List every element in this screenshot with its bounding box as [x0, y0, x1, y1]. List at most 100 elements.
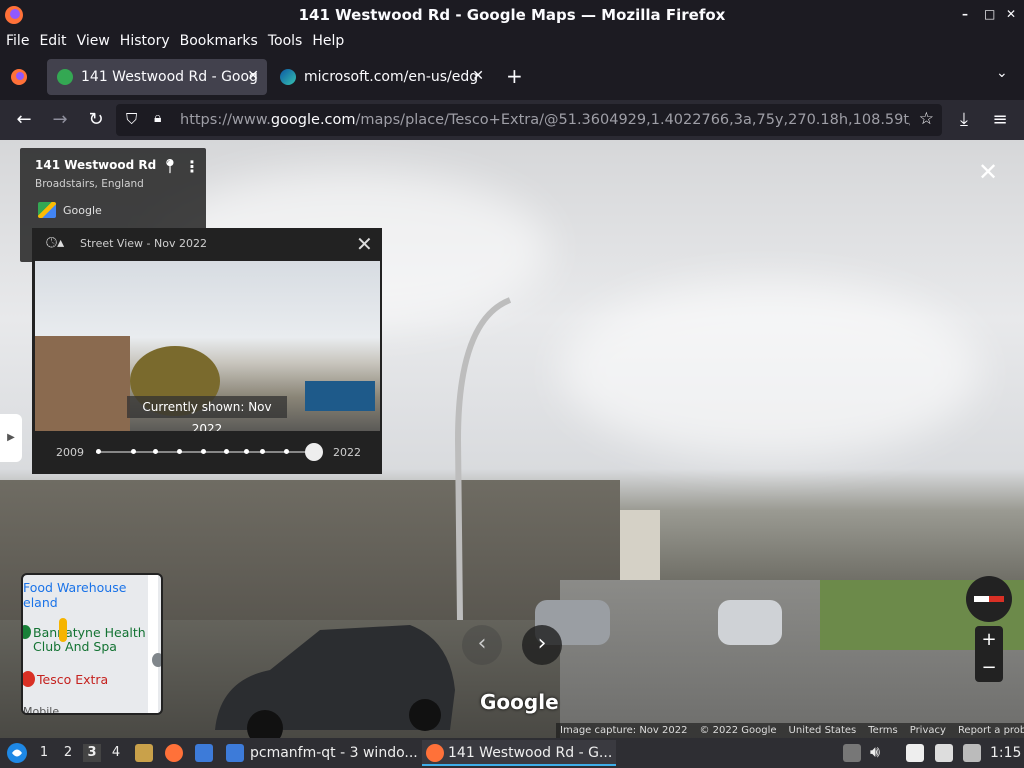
mini-map[interactable]: Food Warehouse eland Bannatyne Health Cl…	[21, 573, 163, 715]
url-bar[interactable]: ⛉ 🔒︎ https://www.google.com/maps/place/T…	[116, 104, 942, 136]
more-options-icon[interactable]: ⋮	[184, 157, 200, 176]
close-street-view-button[interactable]: ✕	[978, 158, 998, 186]
compass-icon[interactable]	[966, 576, 1012, 622]
report-problem-link[interactable]: Report a problem	[958, 725, 1024, 736]
maximize-button[interactable]: □	[984, 7, 995, 21]
folder-icon	[226, 744, 244, 762]
terms-link[interactable]: Terms	[868, 725, 897, 736]
close-tab-icon[interactable]: ✕	[472, 68, 484, 84]
moving-car	[718, 600, 782, 645]
tab-label: microsoft.com/en-us/edg	[304, 69, 479, 85]
tray-app-icon[interactable]	[843, 744, 861, 762]
list-tabs-icon[interactable]: ⌄	[996, 65, 1008, 81]
menu-file[interactable]: File	[6, 33, 29, 49]
parked-car	[215, 625, 455, 738]
clock[interactable]: 1:15	[990, 738, 1021, 768]
workspace-3[interactable]: 3	[83, 744, 101, 762]
menu-help[interactable]: Help	[312, 33, 344, 49]
step-forward-arrow[interactable]: ›	[522, 625, 562, 665]
time-slider-stop[interactable]	[153, 449, 158, 454]
menu-bar: File Edit View History Bookmarks Tools H…	[0, 30, 1024, 52]
street-view-canvas[interactable]: ✕ 141 Westwood Rd Broadstairs, England 📍…	[0, 140, 1024, 738]
close-time-panel-button[interactable]: ✕	[356, 232, 373, 256]
workspace-1[interactable]: 1	[35, 744, 53, 762]
firefox-icon	[426, 744, 444, 762]
cloud	[560, 280, 980, 460]
copyright: © 2022 Google	[699, 725, 777, 736]
map-label: Mobile	[23, 705, 60, 715]
firefox-launcher-icon[interactable]	[165, 744, 183, 762]
window-title: 141 Westwood Rd - Google Maps — Mozilla …	[298, 6, 726, 24]
menu-bookmarks[interactable]: Bookmarks	[180, 33, 258, 49]
start-menu-icon[interactable]	[6, 742, 28, 764]
location-pin-icon[interactable]: 📍︎	[161, 159, 179, 175]
map-pin-icon[interactable]	[152, 653, 161, 667]
taskbar: 1 2 3 4 pcmanfm-qt - 3 windo... 141 West…	[0, 738, 1024, 768]
task-pcmanfm[interactable]: pcmanfm-qt - 3 windo...	[224, 740, 418, 766]
zoom-out-button[interactable]: −	[975, 654, 1003, 682]
time-slider-stop[interactable]	[177, 449, 182, 454]
desktop-launcher-icon[interactable]	[195, 744, 213, 762]
tray-app-icon[interactable]	[963, 744, 981, 762]
minimize-button[interactable]: –	[962, 7, 968, 21]
tab-google-maps[interactable]: 141 Westwood Rd - Goog ✕	[47, 59, 267, 95]
menu-tools[interactable]: Tools	[268, 33, 303, 49]
back-button[interactable]: ←	[12, 108, 36, 132]
tesco-pin-icon[interactable]	[23, 671, 35, 687]
time-slider-stop[interactable]	[201, 449, 206, 454]
time-slider-stop[interactable]	[224, 449, 229, 454]
map-label: Tesco Extra	[37, 672, 109, 687]
privacy-link[interactable]: Privacy	[910, 725, 946, 736]
menu-view[interactable]: View	[77, 33, 110, 49]
network-icon[interactable]	[935, 744, 953, 762]
time-panel-header: Street View - Nov 2022	[80, 237, 207, 250]
house	[35, 336, 130, 431]
nav-bar: ← → ↻ ⛉ 🔒︎ https://www.google.com/maps/p…	[0, 100, 1024, 140]
shield-icon[interactable]: ⛉	[126, 110, 137, 128]
end-year: 2022	[333, 446, 361, 459]
time-slider-stop[interactable]	[244, 449, 249, 454]
bookmark-star-icon[interactable]: ☆	[919, 109, 934, 129]
place-subtitle: Broadstairs, England	[35, 178, 144, 190]
menu-hamburger-icon[interactable]: ≡	[988, 108, 1012, 132]
time-slider-handle[interactable]	[305, 443, 323, 461]
google-maps-icon	[38, 202, 56, 218]
start-year: 2009	[56, 446, 84, 459]
volume-icon[interactable]: 🔊︎	[870, 742, 880, 762]
place-title: 141 Westwood Rd	[35, 158, 157, 172]
google-maps-favicon	[57, 69, 73, 85]
time-slider-stop[interactable]	[131, 449, 136, 454]
menu-edit[interactable]: Edit	[39, 33, 66, 49]
downloads-icon[interactable]: ⤓	[952, 108, 976, 132]
forward-button[interactable]: →	[48, 108, 72, 132]
firefox-view-icon[interactable]	[10, 68, 28, 86]
url-text[interactable]: https://www.google.com/maps/place/Tesco+…	[180, 112, 910, 128]
lock-icon[interactable]: 🔒︎	[154, 110, 161, 126]
tab-microsoft[interactable]: microsoft.com/en-us/edg ✕	[270, 59, 492, 95]
close-window-button[interactable]: ✕	[1006, 7, 1016, 21]
clipboard-icon[interactable]	[906, 744, 924, 762]
pegman-icon[interactable]	[59, 618, 67, 642]
close-tab-icon[interactable]: ✕	[247, 68, 259, 84]
time-slider-stop[interactable]	[260, 449, 265, 454]
map-pin-icon[interactable]	[23, 625, 31, 639]
map-label: Bannatyne Health	[33, 625, 146, 640]
workspace-2[interactable]: 2	[59, 744, 77, 762]
history-clock-icon[interactable]: 🕓︎▴	[46, 235, 64, 251]
reload-button[interactable]: ↻	[84, 108, 108, 132]
region-link[interactable]: United States	[789, 725, 857, 736]
zoom-controls: + −	[975, 626, 1003, 682]
zoom-in-button[interactable]: +	[975, 626, 1003, 654]
file-manager-launcher-icon[interactable]	[135, 744, 153, 762]
new-tab-button[interactable]: +	[506, 64, 523, 88]
menu-history[interactable]: History	[120, 33, 170, 49]
time-slider-stop[interactable]	[284, 449, 289, 454]
tab-label: 141 Westwood Rd - Goog	[81, 69, 258, 85]
workspace-4[interactable]: 4	[107, 744, 125, 762]
time-slider-stop[interactable]	[96, 449, 101, 454]
time-preview-thumbnail[interactable]: Currently shown: Nov 2022	[35, 261, 380, 431]
task-firefox[interactable]: 141 Westwood Rd - G...	[422, 740, 616, 766]
step-back-arrow[interactable]: ‹	[462, 625, 502, 665]
window-titlebar: 141 Westwood Rd - Google Maps — Mozilla …	[0, 0, 1024, 30]
expand-side-panel-button[interactable]: ▶	[0, 414, 22, 462]
